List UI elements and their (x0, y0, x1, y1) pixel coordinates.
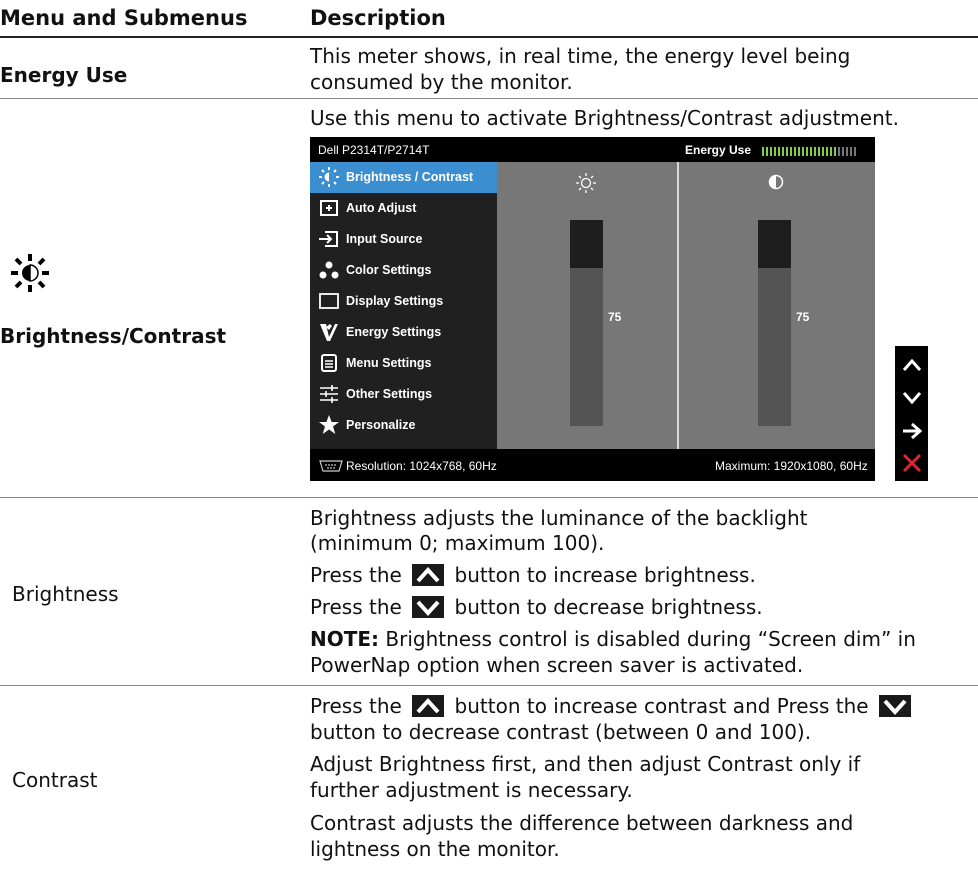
osd-nav-buttons (895, 346, 928, 481)
down-arrow-icon (878, 695, 911, 717)
osd-maximum: Maximum: 1920x1080, 60Hz (715, 459, 868, 473)
contrast-desc-1: Press the button to increase contrast an… (310, 694, 915, 718)
osd-menu-item-display-settings[interactable]: Display Settings (310, 286, 497, 317)
contrast-label: Contrast (12, 768, 98, 792)
decrease-text: button to decrease brightness. (454, 595, 763, 619)
up-button[interactable] (901, 354, 923, 376)
brightness-value: 75 (608, 310, 622, 324)
column-header-description: Description (310, 6, 446, 30)
osd-menu-label: Display Settings (346, 294, 444, 308)
brightness-slider-empty (570, 220, 603, 268)
osd-top-bar: Dell P2314T/P2714T Energy Use (310, 137, 875, 162)
press-text: Press the (310, 563, 402, 587)
osd-menu-label: Auto Adjust (346, 201, 417, 215)
osd-menu-item-brightness-contrast[interactable]: Brightness / Contrast (310, 162, 497, 193)
osd-menu-item-energy-settings[interactable]: Energy Settings (310, 317, 497, 348)
contrast-icon (767, 173, 785, 191)
osd-menu-item-color-settings[interactable]: Color Settings (310, 255, 497, 286)
osd-menu-label: Energy Settings (346, 325, 442, 339)
contrast-slider-empty (758, 220, 791, 268)
contrast-desc-2: button to decrease contrast (between 0 a… (310, 720, 812, 744)
osd-menu-label: Brightness / Contrast (346, 170, 474, 184)
contrast-pane: 75 (679, 162, 875, 449)
note-label: NOTE: (310, 627, 380, 651)
osd-menu-label: Other Settings (346, 387, 433, 401)
exit-button[interactable] (901, 452, 923, 474)
star-icon (318, 414, 340, 436)
contrast-slider-fill[interactable] (758, 268, 791, 426)
brightness-desc-2: (minimum 0; maximum 100). (310, 531, 605, 555)
brightness-note-2: PowerNap option when screen saver is act… (310, 653, 804, 677)
auto-adjust-icon (318, 197, 340, 219)
osd-menu: Brightness / Contrast Auto Adjust Input … (310, 162, 497, 449)
contrast-value: 75 (796, 310, 810, 324)
brightness-desc-1: Brightness adjusts the luminance of the … (310, 506, 808, 530)
osd-screenshot: Dell P2314T/P2714T Energy Use Brightness… (310, 137, 875, 481)
brightness-note-1: NOTE: Brightness control is disabled dur… (310, 627, 916, 651)
brightness-icon (318, 166, 340, 188)
brightness-contrast-icon (10, 253, 50, 293)
osd-menu-item-other-settings[interactable]: Other Settings (310, 379, 497, 410)
energy-use-label: Energy Use (0, 63, 128, 87)
sun-icon (575, 172, 597, 194)
osd-menu-label: Input Source (346, 232, 423, 246)
down-button[interactable] (901, 387, 923, 409)
brightness-slider-fill[interactable] (570, 268, 603, 426)
display-settings-icon (318, 290, 340, 312)
brightness-contrast-label: Brightness/Contrast (0, 324, 227, 348)
brightness-decrease-line: Press the button to decrease brightness. (310, 595, 763, 619)
energy-settings-icon (318, 321, 340, 343)
contrast-desc-3: Adjust Brightness first, and then adjust… (310, 752, 861, 776)
up-arrow-icon (412, 695, 445, 717)
osd-menu-label: Personalize (346, 418, 416, 432)
brightness-label: Brightness (12, 582, 119, 606)
other-settings-icon (318, 383, 340, 405)
column-header-menu: Menu and Submenus (0, 6, 248, 30)
energy-use-desc-1: This meter shows, in real time, the ener… (310, 44, 851, 68)
press-text: Press the (310, 694, 402, 718)
increase-text: button to increase brightness. (454, 563, 756, 587)
osd-energy-label: Energy Use (685, 143, 752, 157)
brightness-contrast-intro: Use this menu to activate Brightness/Con… (310, 106, 899, 130)
contrast-desc-6: lightness on the monitor. (310, 837, 560, 861)
osd-resolution: Resolution: 1024x768, 60Hz (346, 459, 497, 473)
input-source-icon (318, 228, 340, 250)
contrast-desc-5: Contrast adjusts the difference between … (310, 811, 854, 835)
press-text: Press the (310, 595, 402, 619)
up-arrow-icon (412, 564, 445, 586)
osd-menu-label: Menu Settings (346, 356, 432, 370)
row-divider (0, 98, 978, 99)
osd-menu-label: Color Settings (346, 263, 432, 277)
enter-button[interactable] (901, 420, 923, 442)
brightness-pane: 75 (497, 162, 677, 449)
energy-use-desc-2: consumed by the monitor. (310, 70, 573, 94)
osd-menu-item-input-source[interactable]: Input Source (310, 224, 497, 255)
menu-settings-icon (318, 352, 340, 374)
osd-menu-item-menu-settings[interactable]: Menu Settings (310, 348, 497, 379)
color-settings-icon (318, 259, 340, 281)
down-arrow-icon (412, 596, 445, 618)
brightness-increase-line: Press the button to increase brightness. (310, 563, 756, 587)
contrast-mid-text: button to increase contrast and Press th… (454, 694, 869, 718)
header-rule (0, 36, 978, 38)
osd-model: Dell P2314T/P2714T (318, 143, 430, 157)
osd-menu-item-auto-adjust[interactable]: Auto Adjust (310, 193, 497, 224)
row-divider (0, 685, 978, 686)
energy-meter (762, 145, 859, 156)
osd-menu-item-personalize[interactable]: Personalize (310, 410, 497, 441)
vga-connector-icon (318, 460, 344, 472)
contrast-desc-4: further adjustment is necessary. (310, 778, 633, 802)
note-text: Brightness control is disabled during “S… (379, 627, 916, 651)
osd-bottom-bar: Resolution: 1024x768, 60Hz Maximum: 1920… (310, 449, 875, 481)
row-divider (0, 497, 978, 498)
